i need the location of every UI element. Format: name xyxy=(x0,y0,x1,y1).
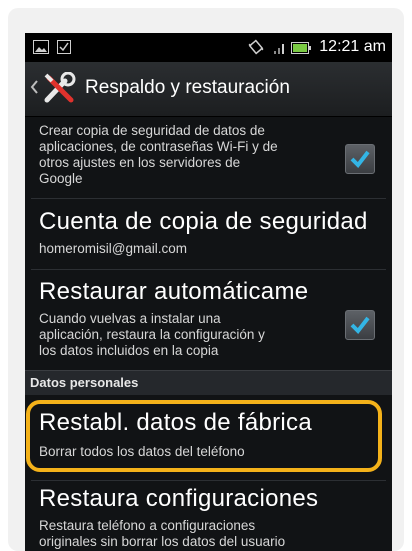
restore-settings-line2: originales sin borrar los datos del usua… xyxy=(39,534,286,549)
auto-restore-checkbox[interactable] xyxy=(345,310,375,340)
backup-data-summary: Crear copia de seguridad de datos de apl… xyxy=(39,123,339,187)
highlight-annotation xyxy=(26,400,382,472)
tools-icon xyxy=(43,71,77,109)
page-title: Respaldo y restauración xyxy=(85,77,290,98)
restore-settings-description: Restaura teléfono a configuraciones orig… xyxy=(39,518,379,550)
vibrate-icon xyxy=(247,39,265,60)
battery-icon xyxy=(291,41,311,59)
backup-account-email: homeromisil@gmail.com xyxy=(39,241,187,256)
backup-data-line1: Crear copia de seguridad de datos de xyxy=(39,123,265,138)
backup-data-line4: Google xyxy=(39,171,83,186)
checkbox-notification-icon xyxy=(57,40,71,59)
list-item-backup-account[interactable]: Cuenta de copia de seguridad homeromisil… xyxy=(25,199,392,267)
action-bar[interactable]: Respaldo y restauración xyxy=(25,62,392,117)
list-item-auto-restore[interactable]: Restaurar automáticame Cuando vuelvas a … xyxy=(25,270,392,370)
backup-account-title: Cuenta de copia de seguridad xyxy=(39,208,368,235)
image-icon xyxy=(33,40,49,59)
auto-restore-description: Cuando vuelvas a instalar una aplicación… xyxy=(39,311,344,359)
status-bar: 12:21 am xyxy=(25,33,392,62)
auto-restore-line3: los datos incluidos en la copia xyxy=(39,343,219,358)
backup-data-line3: otros ajustes en los servidores de xyxy=(39,155,241,170)
section-header-label: Datos personales xyxy=(30,375,139,390)
backup-data-checkbox[interactable] xyxy=(345,144,375,174)
checkmark-icon xyxy=(350,316,370,335)
auto-restore-line1: Cuando vuelvas a instalar una xyxy=(39,311,221,326)
section-header-personal-data: Datos personales xyxy=(25,370,392,395)
restore-settings-line1: Restaura teléfono a configuraciones xyxy=(39,518,256,533)
chevron-left-icon[interactable] xyxy=(30,80,38,99)
auto-restore-line2: aplicación, restaura la configuración y xyxy=(39,327,265,342)
auto-restore-title: Restaurar automáticame xyxy=(39,278,309,305)
status-time: 12:21 am xyxy=(319,38,386,55)
phone-screen: 12:21 am Respaldo y restauración Crear c… xyxy=(25,33,392,551)
screenshot-frame: 12:21 am Respaldo y restauración Crear c… xyxy=(0,0,412,551)
restore-settings-title: Restaura configuraciones xyxy=(39,485,319,512)
list-item-restore-settings[interactable]: Restaura configuraciones Restaura teléfo… xyxy=(25,481,392,551)
checkmark-icon xyxy=(350,150,370,169)
backup-data-line2: aplicaciones, de contraseñas Wi-Fi y de xyxy=(39,139,278,154)
signal-icon xyxy=(273,41,287,60)
